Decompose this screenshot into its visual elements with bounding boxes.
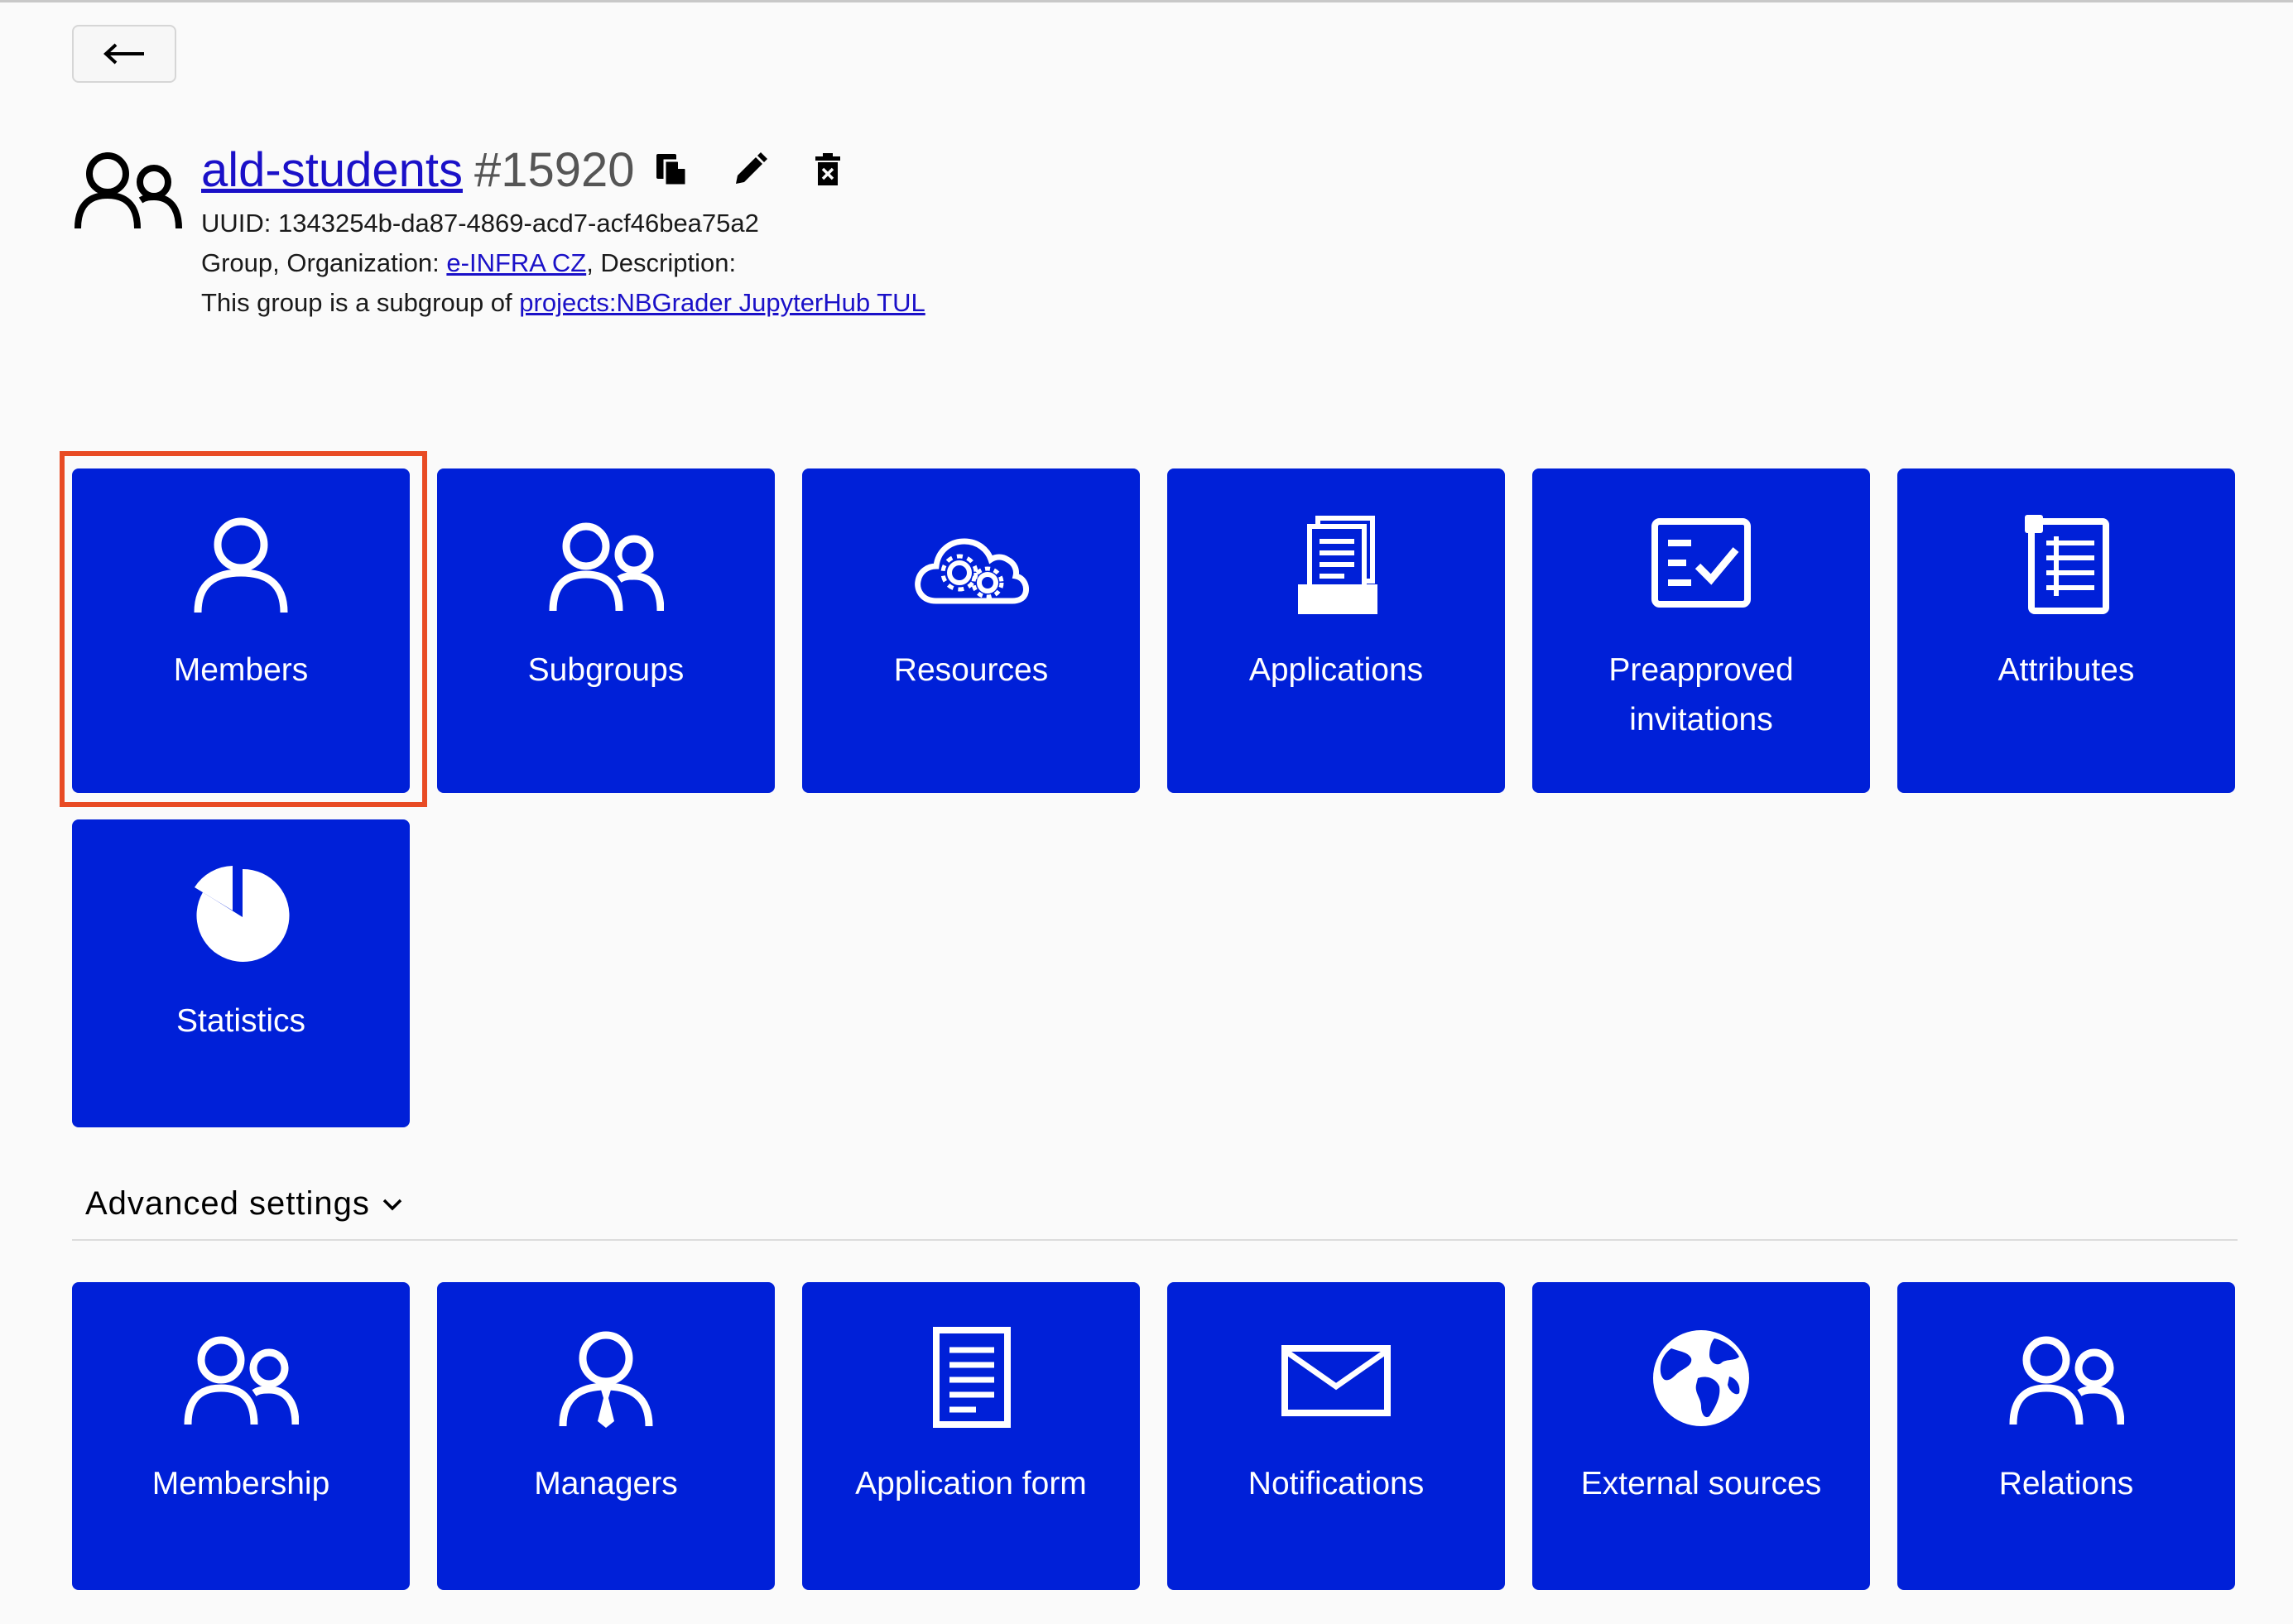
group-id: #15920 <box>474 142 635 197</box>
tile-label: Statistics <box>175 1003 306 1039</box>
org-suffix: , Description: <box>586 248 737 277</box>
top-border <box>0 0 2293 2</box>
tile-application-form[interactable]: Application form <box>802 1282 1140 1590</box>
tile-relations[interactable]: Relations <box>1897 1282 2235 1590</box>
tile-resources[interactable]: Resources <box>802 468 1140 793</box>
chevron-down-icon <box>382 1199 402 1210</box>
checklist-icon <box>1651 518 1751 608</box>
parent-group-line: This group is a subgroup of projects:NBG… <box>201 288 925 318</box>
organization-link[interactable]: e-INFRA CZ <box>446 248 586 277</box>
back-button[interactable] <box>72 25 176 83</box>
tile-label: Applications <box>1248 652 1424 688</box>
tile-attributes[interactable]: Attributes <box>1897 468 2235 793</box>
user-icon <box>194 517 288 613</box>
tile-notifications[interactable]: Notifications <box>1167 1282 1505 1590</box>
group-name-link[interactable]: ald-students <box>201 142 463 198</box>
tile-label: Membership <box>151 1466 330 1501</box>
tile-label: Resources <box>893 652 1049 688</box>
copy-icon[interactable] <box>653 151 691 189</box>
tile-statistics[interactable]: Statistics <box>72 819 410 1127</box>
document-stack-icon <box>1298 516 1377 614</box>
list-icon <box>2025 515 2109 614</box>
tile-label: Attributes <box>1997 652 2135 688</box>
tile-label: Preapproved invitations <box>1608 652 1794 738</box>
globe-icon <box>1653 1330 1749 1426</box>
parent-group-link[interactable]: projects:NBGrader JupyterHub TUL <box>519 288 925 317</box>
tile-label: Members <box>173 652 309 688</box>
tile-label: Notifications <box>1247 1466 1425 1501</box>
tile-label: Subgroups <box>527 652 685 688</box>
group-icon <box>75 152 182 229</box>
advanced-settings-toggle[interactable]: Advanced settings <box>85 1185 403 1223</box>
document-icon <box>933 1327 1011 1428</box>
tile-label: Managers <box>534 1466 678 1501</box>
tile-members[interactable]: Members <box>72 468 410 793</box>
tile-subgroups[interactable]: Subgroups <box>437 468 775 793</box>
organization-line: Group, Organization: e-INFRA CZ, Descrip… <box>201 248 736 278</box>
parent-prefix: This group is a subgroup of <box>201 288 520 317</box>
delete-icon[interactable] <box>809 151 847 189</box>
tile-managers[interactable]: Managers <box>437 1282 775 1590</box>
org-prefix: Group, Organization: <box>201 248 447 277</box>
tile-preapproved-invitations[interactable]: Preapproved invitations <box>1532 468 1870 793</box>
tile-label: External sources <box>1580 1466 1822 1501</box>
edit-icon[interactable] <box>731 151 769 189</box>
group-title-row: ald-students #15920 <box>201 132 887 207</box>
users-icon <box>2009 1336 2124 1425</box>
tile-label: Relations <box>1998 1466 2134 1501</box>
tile-external-sources[interactable]: External sources <box>1532 1282 1870 1590</box>
cloud-gears-icon <box>915 538 1029 604</box>
advanced-settings-label: Advanced settings <box>85 1185 370 1222</box>
advanced-divider <box>72 1239 2238 1241</box>
uuid-line: UUID: 1343254b-da87-4869-acd7-acf46bea75… <box>201 209 759 238</box>
arrow-left-icon <box>103 43 144 65</box>
tile-applications[interactable]: Applications <box>1167 468 1505 793</box>
tile-label: Application form <box>855 1466 1087 1501</box>
users-icon <box>549 522 664 612</box>
pie-chart-icon <box>195 866 290 962</box>
envelope-icon <box>1281 1345 1391 1416</box>
manager-icon <box>559 1331 653 1428</box>
tile-membership[interactable]: Membership <box>72 1282 410 1590</box>
users-icon <box>184 1336 299 1425</box>
